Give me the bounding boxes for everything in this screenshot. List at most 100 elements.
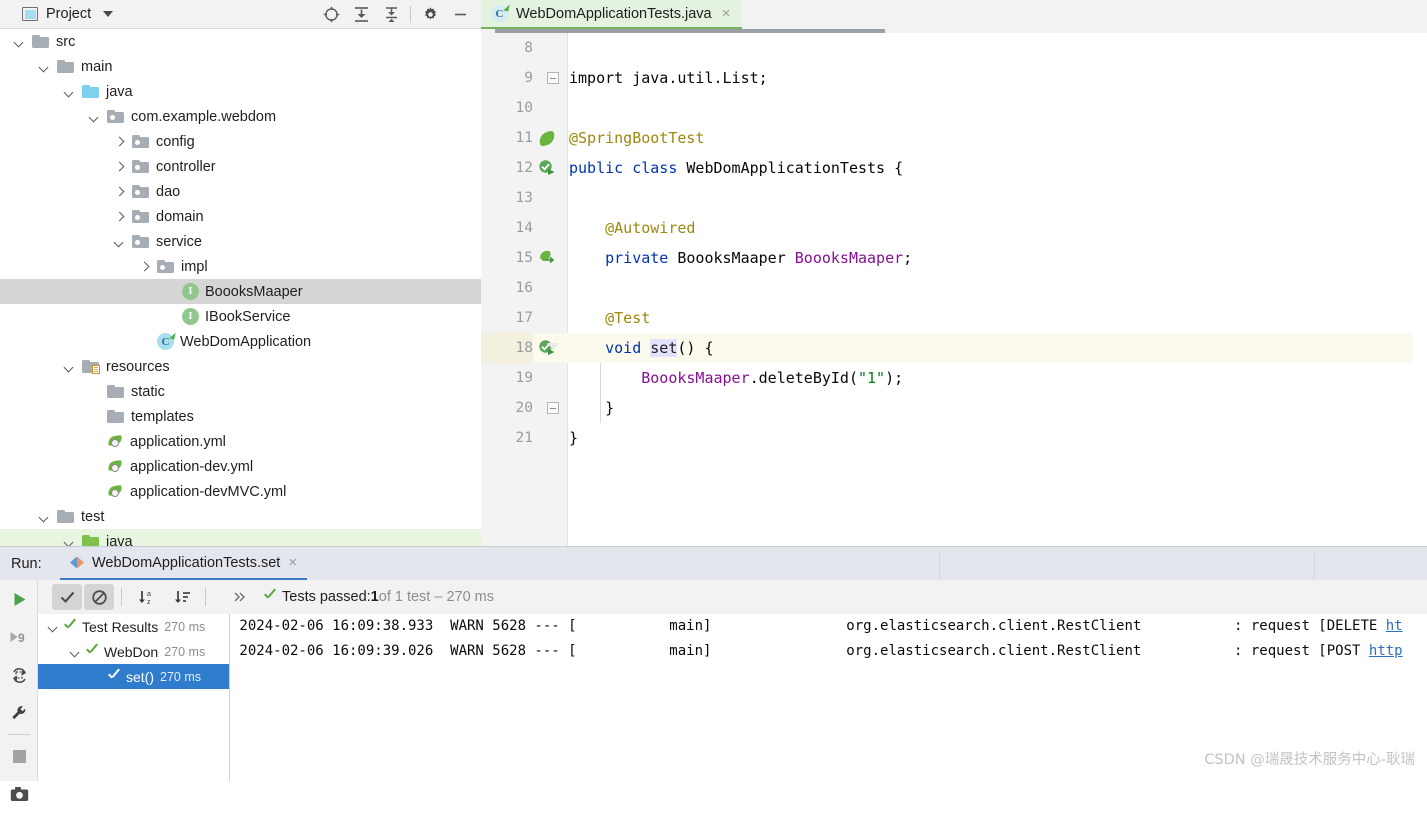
chevron-right-icon[interactable] xyxy=(114,161,125,172)
test-tree-row[interactable]: WebDon 270 ms xyxy=(38,639,229,664)
code-text: @Test xyxy=(569,303,650,333)
test-tree-label: Test Results xyxy=(82,618,159,635)
stop-square-icon[interactable] xyxy=(0,737,38,775)
console-link[interactable]: http xyxy=(1369,643,1403,659)
console-link[interactable]: ht xyxy=(1386,618,1403,634)
line-number: 12 xyxy=(515,160,533,176)
tree-item-java[interactable]: java xyxy=(0,79,481,104)
code-line[interactable]: 8 xyxy=(481,33,1427,63)
code-line[interactable]: 18 void set() { xyxy=(481,333,1427,363)
error-stripe-gutter[interactable] xyxy=(1413,33,1427,546)
tree-item-domain[interactable]: domain xyxy=(0,204,481,229)
code-line[interactable]: 16 xyxy=(481,273,1427,303)
code-line[interactable]: 20 } xyxy=(481,393,1427,423)
chevron-right-icon[interactable] xyxy=(114,136,125,147)
code-line[interactable]: 13 xyxy=(481,183,1427,213)
tree-item-boooksmaaper[interactable]: I BoooksMaaper xyxy=(0,279,481,304)
rerun-failed-button[interactable]: 9 xyxy=(0,618,38,656)
settings-gear-icon[interactable] xyxy=(415,1,445,27)
tree-item-label: resources xyxy=(106,358,170,375)
fold-region-icon[interactable] xyxy=(547,343,559,350)
test-tree-row[interactable]: Test Results 270 ms xyxy=(38,614,229,639)
tree-item-src[interactable]: src xyxy=(0,29,481,54)
editor-tab-webdomapplicationtests[interactable]: C WebDomApplicationTests.java × xyxy=(481,0,743,29)
chevron-down-icon[interactable] xyxy=(70,646,81,657)
test-duration: 270 ms xyxy=(164,619,206,634)
tree-item-config[interactable]: config xyxy=(0,129,481,154)
project-tree[interactable]: src main java com.example.webdom config contr… xyxy=(0,29,481,546)
chevron-right-icon[interactable] xyxy=(139,261,150,272)
sort-duration-icon[interactable] xyxy=(168,584,198,610)
package-icon xyxy=(107,110,124,123)
code-line[interactable]: 19 BoooksMaaper.deleteById("1"); xyxy=(481,363,1427,393)
code-text: public class WebDomApplicationTests { xyxy=(569,153,903,183)
tree-item-dao[interactable]: dao xyxy=(0,179,481,204)
auto-test-icon[interactable] xyxy=(0,656,38,694)
test-results-tree[interactable]: Test Results 270 ms WebDon 270 ms set() 270 m… xyxy=(38,614,230,781)
tree-item-application-dev-yml[interactable]: application-dev.yml xyxy=(0,454,481,479)
code-line[interactable]: 15 private BoooksMaaper BoooksMaaper; xyxy=(481,243,1427,273)
chevron-down-icon[interactable] xyxy=(39,61,50,72)
code-line[interactable]: 21} xyxy=(481,423,1427,453)
fold-minus-icon[interactable] xyxy=(547,72,559,84)
chevron-double-right-icon[interactable] xyxy=(225,584,255,610)
chevron-right-icon[interactable] xyxy=(114,186,125,197)
hide-icon[interactable] xyxy=(445,1,475,27)
tree-item-com-example-webdom[interactable]: com.example.webdom xyxy=(0,104,481,129)
chevron-down-icon[interactable] xyxy=(64,361,75,372)
code-viewport[interactable]: 8 9 import java.util.List; 10 11 @SpringBootT… xyxy=(481,33,1427,546)
code-line[interactable]: 12 public class WebDomApplicationTests { xyxy=(481,153,1427,183)
show-passed-toggle[interactable] xyxy=(52,584,82,610)
rerun-button[interactable] xyxy=(0,580,38,618)
hide-ignored-toggle[interactable] xyxy=(84,584,114,610)
tree-item-ibookservice[interactable]: I IBookService xyxy=(0,304,481,329)
locate-icon[interactable] xyxy=(316,1,346,27)
tree-item-resources[interactable]: resources xyxy=(0,354,481,379)
line-number: 11 xyxy=(515,130,533,146)
code-line[interactable]: 11 @SpringBootTest xyxy=(481,123,1427,153)
code-token: ; xyxy=(903,249,913,267)
autowired-bean-gutter-icon[interactable] xyxy=(538,249,555,266)
chevron-down-icon[interactable] xyxy=(64,536,75,546)
status-prefix: Tests passed: xyxy=(282,589,371,605)
code-line[interactable]: 14 @Autowired xyxy=(481,213,1427,243)
editor-tab-label: WebDomApplicationTests.java xyxy=(516,5,712,22)
fold-minus-icon[interactable] xyxy=(547,402,559,414)
tree-item-test[interactable]: test xyxy=(0,504,481,529)
rail-divider xyxy=(7,734,30,735)
chevron-down-icon[interactable] xyxy=(89,111,100,122)
run-test-gutter-icon[interactable] xyxy=(538,159,555,176)
expand-all-icon[interactable] xyxy=(346,1,376,27)
chevron-right-icon[interactable] xyxy=(114,211,125,222)
chevron-down-icon[interactable] xyxy=(39,511,50,522)
indent-spacer xyxy=(0,391,89,392)
close-icon[interactable]: × xyxy=(722,6,731,21)
chevron-down-icon[interactable] xyxy=(14,36,25,47)
sort-az-icon[interactable]: a z xyxy=(132,584,162,610)
spring-bean-icon[interactable] xyxy=(537,130,557,147)
chevron-down-icon[interactable] xyxy=(103,11,114,17)
tree-item-templates[interactable]: templates xyxy=(0,404,481,429)
code-token: ); xyxy=(885,369,904,387)
close-icon[interactable]: × xyxy=(288,555,297,570)
chevron-down-icon[interactable] xyxy=(48,621,59,632)
tree-item-main[interactable]: main xyxy=(0,54,481,79)
code-token: public xyxy=(569,159,633,177)
tree-item-impl[interactable]: impl xyxy=(0,254,481,279)
tree-item-application-devmvc-yml[interactable]: application-devMVC.yml xyxy=(0,479,481,504)
code-line[interactable]: 17 @Test xyxy=(481,303,1427,333)
tree-item-java[interactable]: java xyxy=(0,529,481,546)
run-tab-webdomapplicationtests-set[interactable]: WebDomApplicationTests.set × xyxy=(60,547,308,581)
chevron-down-icon[interactable] xyxy=(114,236,125,247)
test-tree-row[interactable]: set() 270 ms xyxy=(38,664,229,689)
code-line[interactable]: 9 import java.util.List; xyxy=(481,63,1427,93)
collapse-all-icon[interactable] xyxy=(376,1,406,27)
tree-item-static[interactable]: static xyxy=(0,379,481,404)
wrench-icon[interactable] xyxy=(0,694,38,732)
tree-item-controller[interactable]: controller xyxy=(0,154,481,179)
tree-item-application-yml[interactable]: application.yml xyxy=(0,429,481,454)
chevron-down-icon[interactable] xyxy=(64,86,75,97)
tree-item-service[interactable]: service xyxy=(0,229,481,254)
code-line[interactable]: 10 xyxy=(481,93,1427,123)
tree-item-webdomapplication[interactable]: C WebDomApplication xyxy=(0,329,481,354)
